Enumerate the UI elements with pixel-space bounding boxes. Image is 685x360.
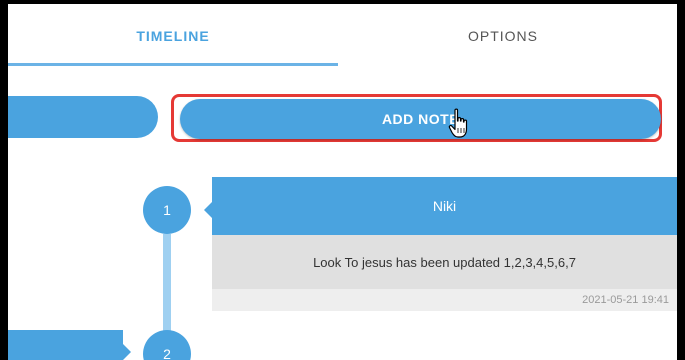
card-pointer: [123, 344, 131, 360]
card-message: Look To jesus has been updated 1,2,3,4,5…: [212, 235, 677, 289]
card-timestamp: 2021-05-21 19:41: [212, 289, 677, 311]
add-note-button[interactable]: ADD NOTE: [180, 99, 661, 139]
timeline-node: 2: [143, 330, 191, 360]
active-tab-indicator: [8, 63, 338, 66]
app-frame: TIMELINE OPTIONS ADD NOTE 1 Niki Look To…: [8, 4, 677, 360]
timeline-card-partial: [8, 330, 123, 360]
card-pointer: [204, 202, 212, 218]
timeline-card: Niki Look To jesus has been updated 1,2,…: [212, 177, 677, 311]
tab-bar: TIMELINE OPTIONS: [8, 4, 677, 68]
tab-options[interactable]: OPTIONS: [428, 24, 578, 48]
timeline-connector: [163, 234, 171, 334]
card-author: Niki: [212, 177, 677, 235]
left-action-button[interactable]: [8, 96, 158, 138]
tab-timeline[interactable]: TIMELINE: [103, 24, 243, 48]
hand-pointer-icon: [448, 108, 468, 138]
timeline-node: 1: [143, 186, 191, 234]
